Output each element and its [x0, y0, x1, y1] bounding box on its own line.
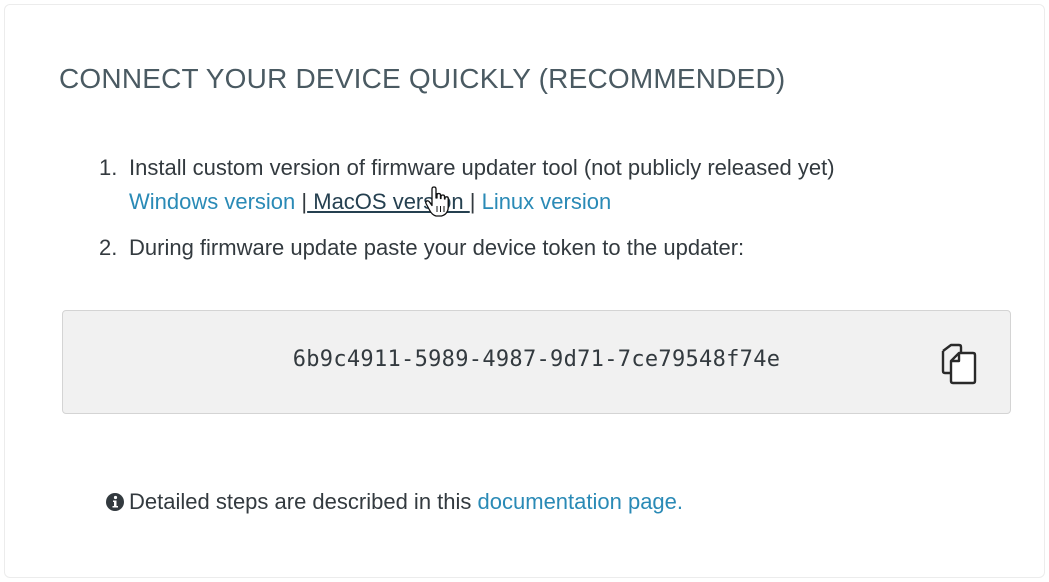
- macos-version-link[interactable]: MacOS version: [307, 189, 470, 214]
- documentation-note: Detailed steps are described in this doc…: [105, 489, 683, 515]
- step-1: 1. Install custom version of firmware up…: [99, 151, 835, 219]
- step-2: 2. During firmware update paste your dev…: [99, 231, 835, 265]
- step-number: 1.: [99, 155, 118, 180]
- windows-version-link[interactable]: Windows version: [129, 189, 295, 214]
- copy-icon: [941, 343, 977, 385]
- linux-version-link[interactable]: Linux version: [482, 189, 612, 214]
- step-text: During firmware update paste your device…: [129, 235, 745, 260]
- section-title: CONNECT YOUR DEVICE QUICKLY (RECOMMENDED…: [59, 63, 786, 94]
- copy-token-button[interactable]: [937, 341, 983, 387]
- download-links: Windows version | MacOS version | Linux …: [129, 185, 835, 219]
- note-text: Detailed steps are described in this: [129, 489, 478, 514]
- steps-list: 1. Install custom version of firmware up…: [99, 151, 835, 277]
- connect-device-panel: CONNECT YOUR DEVICE QUICKLY (RECOMMENDED…: [4, 4, 1045, 578]
- step-number: 2.: [99, 235, 118, 260]
- device-token-box[interactable]: 6b9c4911-5989-4987-9d71-7ce79548f74e: [62, 310, 1011, 414]
- info-circle-icon: [106, 493, 124, 511]
- device-token-value[interactable]: 6b9c4911-5989-4987-9d71-7ce79548f74e: [63, 347, 1010, 372]
- step-text: Install custom version of firmware updat…: [129, 155, 835, 180]
- documentation-page-link[interactable]: documentation page.: [478, 489, 684, 515]
